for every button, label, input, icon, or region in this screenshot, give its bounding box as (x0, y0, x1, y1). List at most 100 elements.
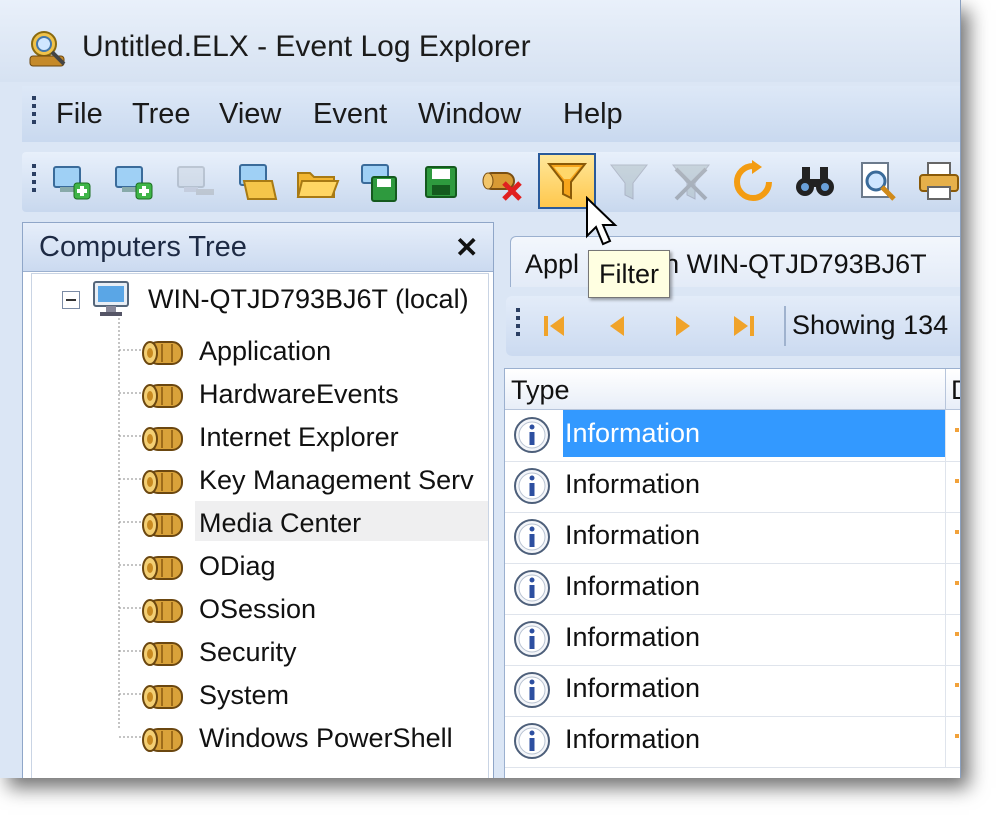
event-log-icon (142, 685, 183, 709)
previous-page-icon[interactable] (602, 312, 632, 340)
tab-label-suffix: on WIN-QTJD793BJ6T (649, 249, 927, 279)
event-log-icon (142, 728, 183, 752)
save-workspace-button[interactable] (356, 159, 402, 205)
information-icon (514, 672, 550, 708)
event-type-cell: Information (565, 418, 701, 448)
tree-log-security[interactable]: Security (199, 637, 297, 668)
find-button[interactable] (792, 159, 838, 205)
column-header-date[interactable]: D (951, 375, 960, 406)
last-page-icon[interactable] (728, 312, 758, 340)
tree-log-key-management-serv[interactable]: Key Management Serv (199, 465, 474, 496)
tree-log-media-center[interactable]: Media Center (199, 508, 361, 539)
menu-help[interactable]: Help (563, 98, 623, 131)
main-toolbar (22, 152, 960, 212)
tree-log-system[interactable]: System (199, 680, 289, 711)
table-row[interactable]: Information (505, 461, 960, 513)
table-row[interactable]: Information (505, 512, 960, 564)
computers-tree-header: Computers Tree ✕ (23, 223, 493, 272)
remove-computer-icon (177, 166, 214, 195)
event-type-cell: Information (565, 673, 701, 703)
table-row[interactable]: Information (505, 563, 960, 615)
computers-tree-title: Computers Tree (39, 231, 247, 263)
information-icon (514, 468, 550, 504)
table-row[interactable]: Information (505, 410, 960, 462)
refresh-button[interactable] (730, 159, 776, 205)
column-separator[interactable] (945, 369, 946, 409)
menu-tree[interactable]: Tree (132, 98, 191, 131)
preview-icon (861, 162, 896, 201)
find-icon (796, 167, 834, 196)
table-row[interactable]: Information (505, 614, 960, 666)
save-button[interactable] (418, 159, 464, 205)
cell-divider (945, 512, 946, 563)
navigation-bar: Showing 134 (506, 296, 960, 356)
tree-log-hardwareevents[interactable]: HardwareEvents (199, 379, 399, 410)
date-cell-fragment (955, 734, 959, 738)
collapse-toggle[interactable] (62, 291, 80, 309)
date-cell-fragment (955, 428, 959, 432)
title-bar[interactable]: Untitled.ELX - Event Log Explorer (0, 0, 960, 82)
tree-log-application[interactable]: Application (199, 336, 331, 367)
first-page-icon[interactable] (540, 312, 570, 340)
save-icon (425, 166, 457, 198)
open-folder-icon (296, 172, 340, 198)
tree-log-osession[interactable]: OSession (199, 594, 316, 625)
menu-window[interactable]: Window (418, 98, 521, 131)
save-workspace-icon (361, 164, 397, 202)
tree-log-odiag[interactable]: ODiag (199, 551, 276, 582)
date-cell-fragment (955, 479, 959, 483)
next-page-icon[interactable] (668, 312, 698, 340)
information-icon (514, 723, 550, 759)
tab-label-prefix: Appl (525, 249, 580, 279)
event-view-pane: Appl on WIN-QTJD793BJ6T Showing 134 Type (500, 222, 960, 778)
tree-log-windows-powershell[interactable]: Windows PowerShell (199, 723, 453, 754)
filter-icon (546, 163, 588, 200)
menu-bar: File Tree View Event Window Help (22, 86, 960, 142)
table-row[interactable]: Information (505, 716, 960, 768)
tree-computer-node[interactable]: WIN-QTJD793BJ6T (local) (148, 284, 469, 315)
open-workspace-button[interactable] (234, 159, 280, 205)
event-type-cell: Information (565, 571, 701, 601)
add-computer-icon (115, 166, 153, 200)
toolbar-grip[interactable] (32, 164, 36, 196)
add-computer-button[interactable] (110, 159, 156, 205)
showing-count: Showing 134 (792, 310, 949, 340)
event-log-icon (142, 470, 183, 494)
menu-view[interactable]: View (219, 98, 281, 131)
event-log-icon (142, 599, 183, 623)
reset-filter-button[interactable] (668, 159, 714, 205)
event-type-cell: Information (565, 469, 701, 499)
column-header-type[interactable]: Type (511, 375, 570, 406)
new-computer-button[interactable] (48, 159, 94, 205)
remove-computer-button[interactable] (172, 159, 218, 205)
menu-file[interactable]: File (56, 98, 103, 131)
new-computer-icon (53, 166, 91, 200)
computer-icon (93, 281, 129, 316)
filter-tooltip: Filter (588, 250, 670, 298)
information-icon (514, 519, 550, 555)
event-log-icon (142, 513, 183, 537)
navbar-grip[interactable] (516, 308, 520, 340)
table-row[interactable]: Information (505, 665, 960, 717)
menu-grip[interactable] (32, 96, 36, 128)
event-type-cell: Information (565, 520, 701, 550)
cell-divider (945, 410, 946, 461)
clear-log-button[interactable] (480, 159, 526, 205)
app-icon (29, 31, 66, 67)
refresh-icon (734, 160, 772, 201)
date-cell-fragment (955, 683, 959, 687)
close-icon[interactable]: ✕ (455, 231, 478, 264)
tab-label: Appl on WIN-QTJD793BJ6T (525, 249, 927, 280)
preview-button[interactable] (854, 159, 900, 205)
open-folder-button[interactable] (294, 159, 340, 205)
event-log-icon (142, 384, 183, 408)
navbar-separator (784, 306, 786, 346)
print-icon (919, 162, 959, 200)
information-icon (514, 417, 550, 453)
print-button[interactable] (916, 159, 960, 205)
cell-divider (945, 614, 946, 665)
tab-application-log[interactable]: Appl on WIN-QTJD793BJ6T (510, 236, 960, 287)
menu-event[interactable]: Event (313, 98, 387, 131)
open-workspace-icon (239, 164, 278, 200)
tree-log-internet-explorer[interactable]: Internet Explorer (199, 422, 399, 453)
